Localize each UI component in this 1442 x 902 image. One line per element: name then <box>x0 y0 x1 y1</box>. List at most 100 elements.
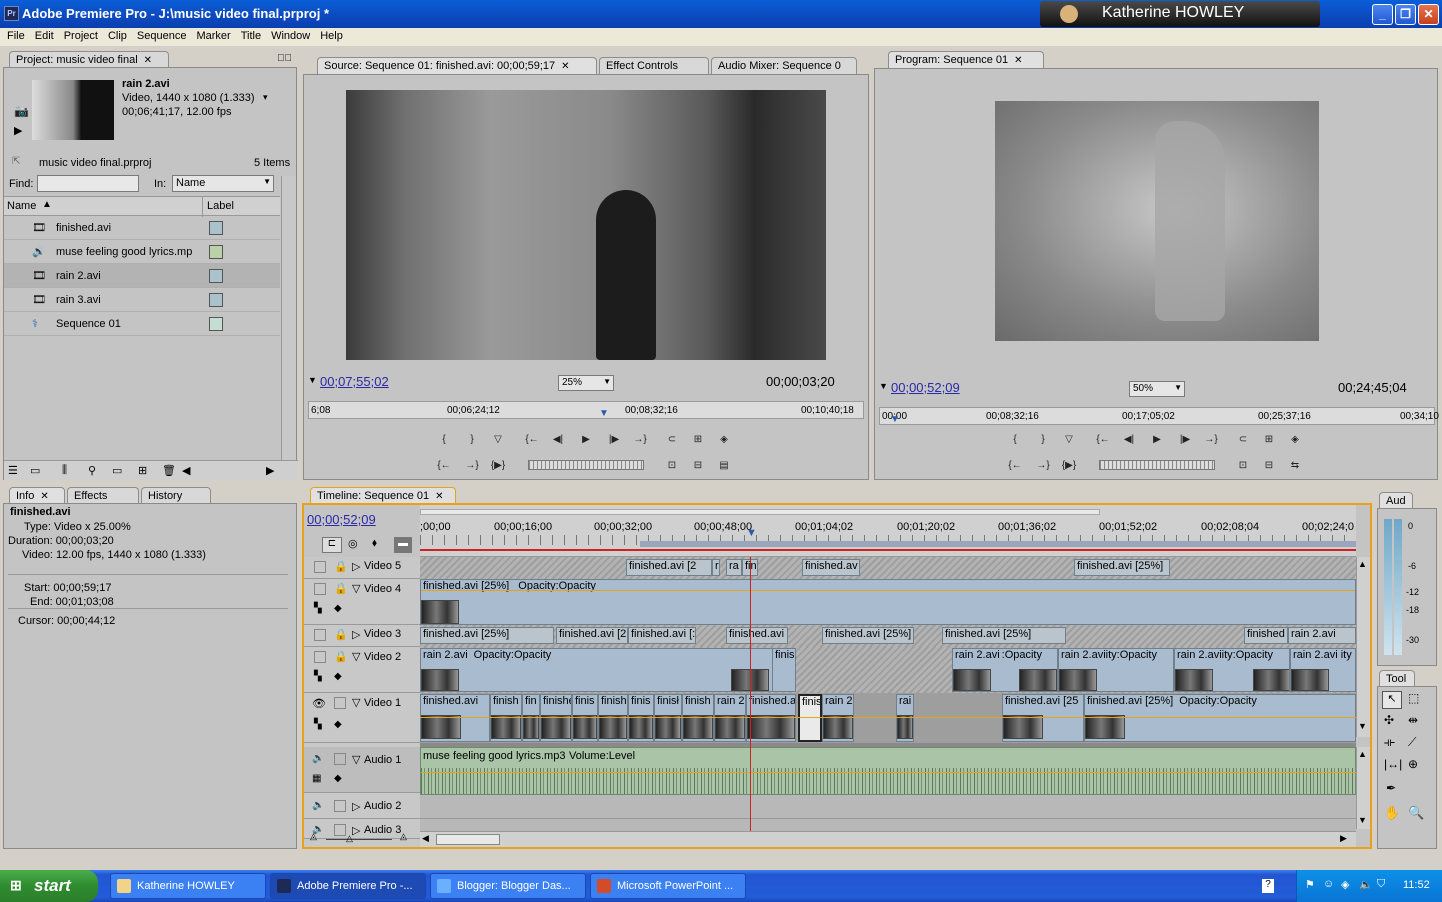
playhead-line[interactable] <box>750 557 751 847</box>
extract-icon[interactable]: ⊟ <box>1259 458 1279 474</box>
export-frame-icon[interactable]: ▤ <box>714 458 734 474</box>
menu-file[interactable]: File <box>2 28 30 46</box>
clip[interactable]: finished.avi [25%] Opacity:Opacity <box>1084 694 1356 742</box>
volume-rubber-band[interactable] <box>421 772 1356 773</box>
collapse-arrow-icon[interactable]: ▽ <box>352 582 360 595</box>
playhead-icon[interactable]: ▼ <box>890 414 900 425</box>
lock-icon[interactable]: 🔒 <box>334 628 348 641</box>
list-item[interactable]: 🔊 muse feeling good lyrics.mp <box>4 240 280 264</box>
zoom-in-icon[interactable]: ◬ <box>400 831 407 842</box>
toggle-track-output-icon[interactable] <box>314 629 326 641</box>
tab-timeline[interactable]: Timeline: Sequence 01 ✕ <box>310 487 456 504</box>
output-icon[interactable]: ◈ <box>1285 432 1305 448</box>
playhead-icon[interactable]: ▼ <box>599 408 609 419</box>
zoom-tool-icon[interactable]: 🔍 <box>1408 805 1424 821</box>
clip[interactable]: rain 2 <box>714 694 746 742</box>
opacity-rubber-band[interactable] <box>420 717 1356 718</box>
tab-effect-controls[interactable]: Effect Controls <box>599 57 709 74</box>
clip[interactable]: ra <box>726 559 742 576</box>
clip-effect-dropdown[interactable]: Opacity:Opacity <box>474 649 552 661</box>
icon-view-icon[interactable]: ▭ <box>30 464 40 477</box>
menu-edit[interactable]: Edit <box>30 28 59 46</box>
go-to-out-icon[interactable]: →} <box>1201 432 1221 448</box>
display-style-icon[interactable]: ▚ <box>314 603 322 614</box>
close-icon[interactable]: ✕ <box>435 491 443 502</box>
keyframe-toggle-icon[interactable]: ▬ <box>394 537 412 553</box>
new-bin-icon[interactable]: ▭ <box>112 464 122 477</box>
clip[interactable]: rain 2.aviity:Opacity <box>1174 648 1290 692</box>
play-icon[interactable]: ▶ <box>14 124 22 137</box>
messenger-icon[interactable]: ☺ <box>1323 878 1334 890</box>
mark-in-icon[interactable]: { <box>1005 432 1025 448</box>
collapse-arrow-icon[interactable]: ▽ <box>352 650 360 663</box>
lock-icon[interactable]: 🔒 <box>334 560 348 573</box>
close-button[interactable]: ✕ <box>1418 4 1439 25</box>
keyframe-icon[interactable]: ◆ <box>334 719 342 730</box>
lock-toggle[interactable] <box>334 800 346 812</box>
task-powerpoint[interactable]: Microsoft PowerPoint ... <box>590 873 746 899</box>
minimize-button[interactable]: _ <box>1372 4 1393 25</box>
video-tracks-scrollbar[interactable]: ▲ ▼ <box>1356 557 1370 737</box>
clip[interactable]: finish <box>682 694 714 742</box>
clip[interactable]: finished.avi [25%] <box>822 627 914 644</box>
clip[interactable]: finis <box>628 694 654 742</box>
new-item-icon[interactable]: ⊞ <box>138 464 147 477</box>
play-icon[interactable]: ▶ <box>1147 432 1167 448</box>
project-scrollbar[interactable] <box>281 176 296 476</box>
clip[interactable]: rain 2.avi ity <box>1290 648 1356 692</box>
go-to-next-icon[interactable]: →} <box>1033 458 1053 474</box>
selection-tool-icon[interactable]: ↖ <box>1382 691 1402 709</box>
expand-arrow-icon[interactable]: ▷ <box>352 560 360 573</box>
column-divider[interactable] <box>202 197 203 217</box>
scroll-right-icon[interactable]: ▶ <box>1340 833 1347 844</box>
program-timecode[interactable]: 00;00;52;09 <box>891 380 960 395</box>
clip[interactable]: finished.avi [25%] <box>1074 559 1170 576</box>
list-item[interactable]: ⚕ Sequence 01 <box>4 312 280 336</box>
rate-stretch-tool-icon[interactable]: ⟛ <box>1384 735 1395 750</box>
sort-ascending-icon[interactable]: ▲ <box>42 199 52 210</box>
lift-icon[interactable]: ⊡ <box>1233 458 1253 474</box>
tab-effects[interactable]: Effects <box>67 487 139 504</box>
expand-arrow-icon[interactable]: ▷ <box>352 628 360 641</box>
lock-icon[interactable]: 🔒 <box>334 650 348 663</box>
overlay-icon[interactable]: ⊟ <box>688 458 708 474</box>
set-encore-marker-icon[interactable]: ◎ <box>348 537 358 550</box>
timeline-horizontal-scrollbar[interactable]: ◀ ▶ <box>420 831 1356 847</box>
lock-toggle[interactable] <box>334 697 346 709</box>
task-blogger[interactable]: Blogger: Blogger Das... <box>430 873 586 899</box>
clip[interactable]: finished.avi [2 <box>626 559 712 576</box>
clip[interactable]: finished.avi [: <box>628 627 696 644</box>
eye-icon[interactable]: 👁 <box>312 697 326 710</box>
lock-toggle[interactable] <box>334 753 346 765</box>
clip[interactable]: rai <box>896 694 914 742</box>
go-to-in-icon[interactable]: {← <box>522 432 542 448</box>
clip[interactable]: finis <box>772 648 796 692</box>
automate-icon[interactable]: ⫼ <box>62 464 67 477</box>
clip[interactable]: finished.a <box>746 694 796 742</box>
clip[interactable]: finished.avi [25%] <box>420 627 554 644</box>
list-view-icon[interactable]: ☰ <box>8 464 18 477</box>
delete-icon[interactable]: 🗑 <box>162 464 176 477</box>
speaker-icon[interactable]: 🔈 <box>312 800 324 811</box>
loop-icon[interactable]: ⊂ <box>1233 432 1253 448</box>
work-area-bar[interactable] <box>420 509 1100 515</box>
go-to-previous-icon[interactable]: {← <box>434 458 454 474</box>
timeline-ruler[interactable]: ;00;00 00;00;16;00 00;00;32;00 00;00;48;… <box>420 505 1356 557</box>
program-zoom-dropdown[interactable]: 50% <box>1129 381 1185 397</box>
slip-tool-icon[interactable]: |↔| <box>1384 757 1402 771</box>
clip[interactable]: finish <box>598 694 628 742</box>
find-input[interactable] <box>37 175 139 192</box>
keyframe-icon[interactable]: ◆ <box>334 773 342 784</box>
mark-in-icon[interactable]: { <box>434 432 454 448</box>
menu-window[interactable]: Window <box>266 28 315 46</box>
keyframe-icon[interactable]: ◆ <box>334 671 342 682</box>
go-to-out-icon[interactable]: →} <box>630 432 650 448</box>
clip[interactable]: finis <box>572 694 598 742</box>
panel-menu-icon[interactable]: ▸⃝ <box>277 53 292 64</box>
razor-tool-icon[interactable]: ⟋ <box>1408 735 1416 750</box>
clip[interactable]: finished.avi <box>420 694 490 742</box>
toggle-track-output-icon[interactable] <box>314 651 326 663</box>
clip-effect-dropdown[interactable]: ity <box>1341 649 1352 661</box>
task-katherine[interactable]: Katherine HOWLEY <box>110 873 266 899</box>
keyframe-icon[interactable]: ◆ <box>334 603 342 614</box>
